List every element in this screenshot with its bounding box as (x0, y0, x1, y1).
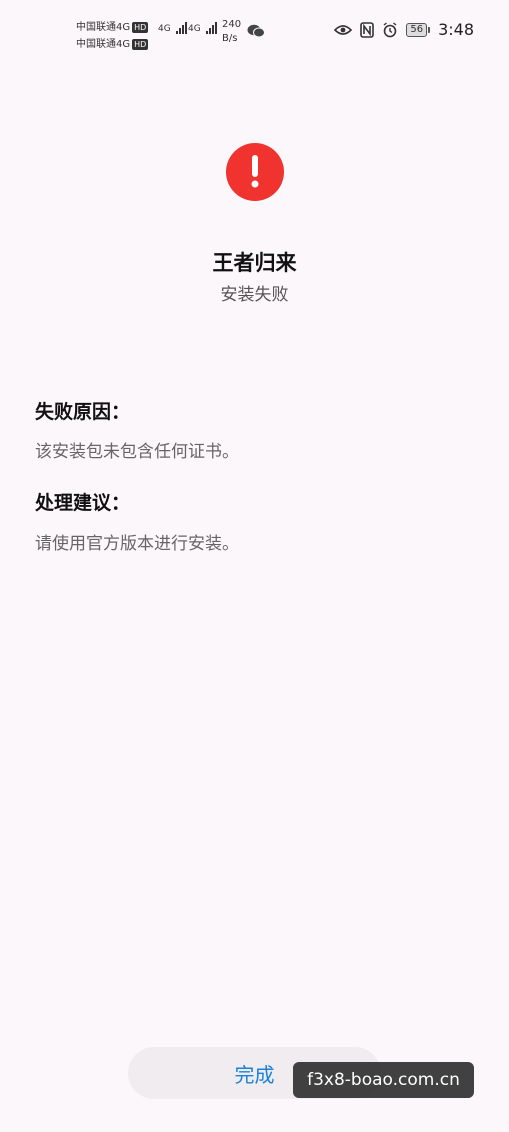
signal-strength-1: 4G (158, 22, 187, 34)
signal-bars-icon (175, 22, 187, 34)
network-speed: 240 B/s (222, 18, 241, 46)
signal-label-2: 4G (188, 24, 201, 34)
wechat-icon (247, 24, 265, 38)
carrier-label-2: 中国联通4G HD (76, 35, 149, 50)
signal-label-1: 4G (158, 24, 171, 34)
signal-bars-icon (205, 22, 217, 34)
carrier-name-1: 中国联通4G (76, 22, 131, 33)
battery-icon: 56 (406, 22, 431, 37)
clock-time: 3:48 (438, 20, 474, 39)
eye-icon (334, 24, 353, 35)
alarm-icon (383, 21, 397, 37)
failure-reason-title: 失败原因： (35, 401, 131, 423)
hd-badge-1: HD (132, 22, 149, 33)
watermark: f3x8-boao.com.cn (293, 1062, 474, 1098)
network-speed-unit: B/s (222, 33, 238, 44)
network-speed-value: 240 (222, 19, 242, 30)
status-icons: 56 3:48 (334, 20, 474, 39)
carrier-label-1: 中国联通4G HD (76, 18, 149, 33)
app-name: 王者归来 (212, 251, 297, 275)
carrier-name-2: 中国联通4G (76, 39, 131, 50)
failure-reason-text: 该安装包未包含任何证书。 (35, 442, 239, 462)
suggestion-title: 处理建议： (35, 492, 131, 514)
nfc-icon (360, 21, 375, 38)
alert-icon (226, 143, 284, 201)
suggestion-text: 请使用官方版本进行安装。 (35, 534, 239, 554)
status-bar: 中国联通4G HD 中国联通4G HD 4G 4G 240 B/s 56 3:4… (0, 0, 509, 62)
hd-badge-2: HD (132, 39, 149, 50)
battery-level: 56 (406, 22, 428, 37)
signal-strength-2: 4G (188, 22, 217, 34)
done-button-label: 完成 (234, 1062, 275, 1087)
install-status: 安装失败 (220, 285, 289, 305)
